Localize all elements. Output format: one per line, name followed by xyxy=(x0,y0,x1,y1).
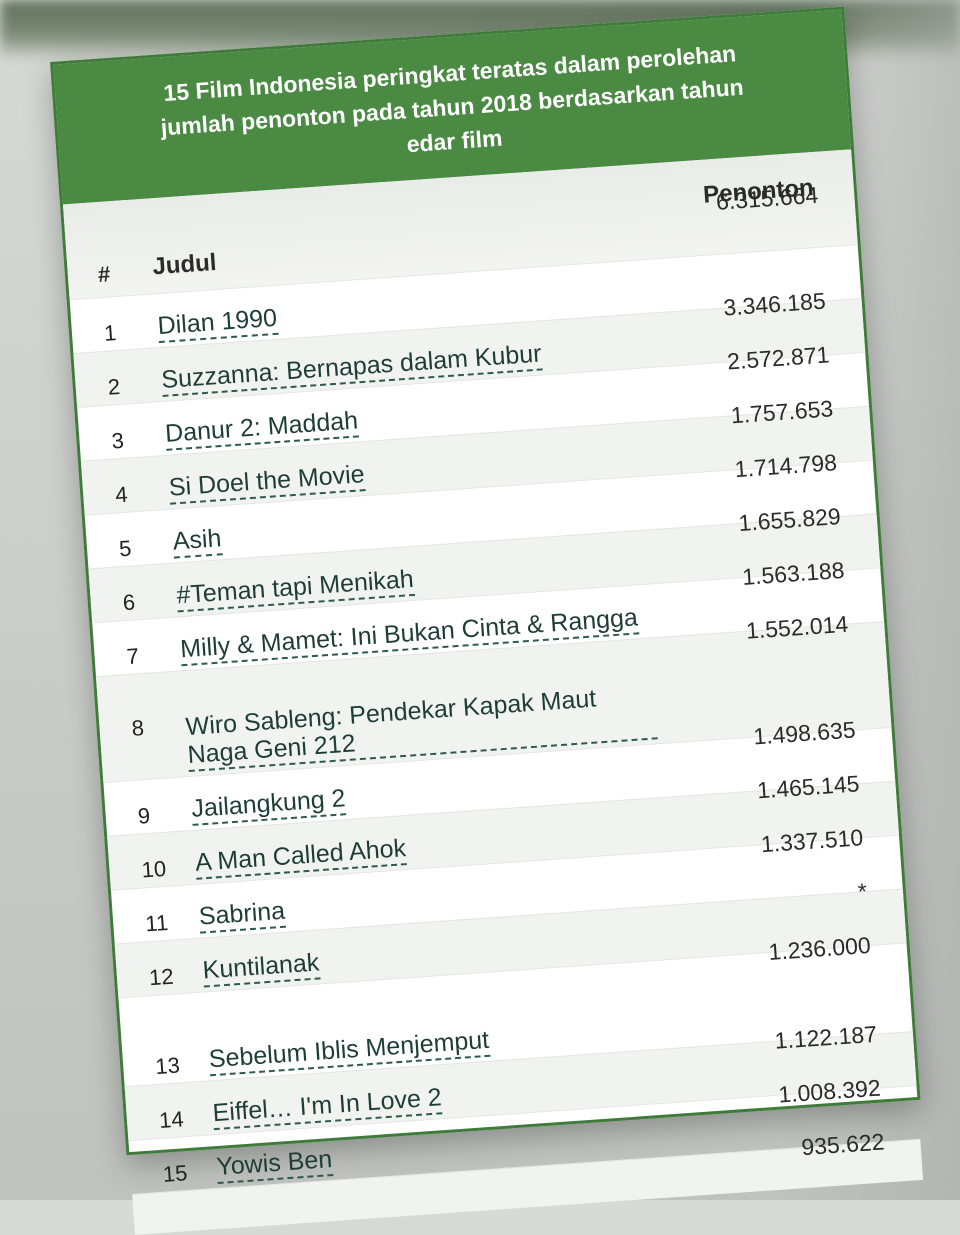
row-rank: 9 xyxy=(136,802,151,829)
row-viewers: 1.714.798 xyxy=(733,449,838,483)
film-link[interactable]: Jailangkung 2 xyxy=(190,784,347,826)
row-viewers: 1.498.635 xyxy=(752,716,857,750)
row-rank: 6 xyxy=(122,589,136,616)
row-viewers: * xyxy=(856,878,868,905)
row-rank: 5 xyxy=(118,535,133,562)
column-header-title[interactable]: Judul xyxy=(152,249,218,281)
row-viewers: 1.236.000 xyxy=(767,931,872,966)
film-link[interactable]: Asih xyxy=(171,524,223,559)
row-viewers: 1.465.145 xyxy=(756,770,861,804)
row-rank: 11 xyxy=(144,909,170,937)
row-viewers: 1.008.392 xyxy=(777,1074,882,1108)
row-rank: 12 xyxy=(148,963,175,991)
row-rank: 4 xyxy=(114,481,129,508)
ranking-table: 15 Film Indonesia peringkat teratas dala… xyxy=(50,6,924,1235)
row-rank: 10 xyxy=(140,855,167,883)
row-viewers: 1.122.187 xyxy=(773,1020,878,1054)
row-rank: 13 xyxy=(154,1052,181,1080)
row-rank: 2 xyxy=(106,373,121,400)
row-rank: 15 xyxy=(161,1160,189,1187)
row-rank: 8 xyxy=(130,715,145,741)
row-rank: 3 xyxy=(110,427,125,454)
row-viewers: 1.563.188 xyxy=(741,556,846,590)
row-viewers: 1.337.510 xyxy=(760,824,864,858)
column-header-number[interactable]: # xyxy=(97,261,111,288)
row-rank: 7 xyxy=(125,643,140,670)
film-link[interactable]: Yowis Ben xyxy=(215,1145,334,1185)
row-viewers: 1.552.014 xyxy=(745,610,850,644)
film-link[interactable]: Kuntilanak xyxy=(201,948,321,988)
row-viewers: 3.346.185 xyxy=(722,287,827,321)
row-viewers: 1.757.653 xyxy=(730,395,834,429)
row-rank: 1 xyxy=(103,320,118,346)
row-rank: 14 xyxy=(158,1106,185,1133)
film-link[interactable]: Sabrina xyxy=(198,896,287,934)
film-link[interactable]: Dilan 1990 xyxy=(156,303,279,344)
row-viewers: 935.622 xyxy=(800,1128,886,1161)
row-viewers: 2.572.871 xyxy=(726,341,831,375)
row-viewers: 1.655.829 xyxy=(737,502,842,537)
